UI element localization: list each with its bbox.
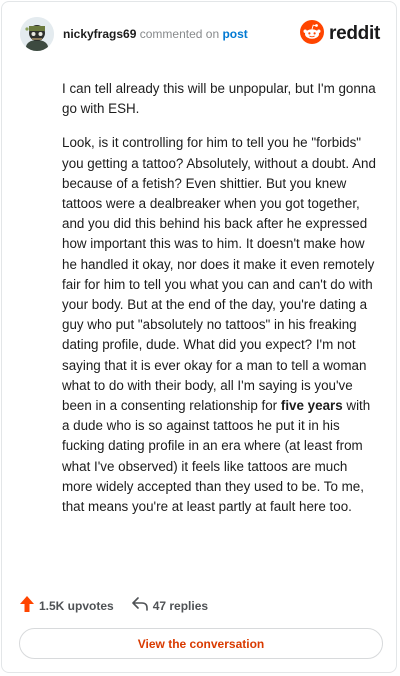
- view-conversation-button[interactable]: View the conversation: [19, 628, 383, 659]
- comment-meta: nickyfrags69 commented on post: [63, 26, 248, 42]
- comment-header: nickyfrags69 commented on post reddit: [20, 17, 380, 51]
- comment-card: nickyfrags69 commented on post reddit I …: [1, 1, 397, 673]
- comment-paragraph-1: I can tell already this will be unpopula…: [62, 81, 376, 117]
- post-link[interactable]: post: [222, 27, 247, 41]
- comment-stats: 1.5K upvotes 47 replies: [20, 596, 208, 615]
- comment-text: with a dude who is so against tattoos he…: [62, 398, 371, 515]
- reddit-logo-icon: [300, 19, 325, 49]
- action-text: commented on: [139, 27, 220, 41]
- emphasized-text: five years: [280, 398, 343, 414]
- comment-body: I can tell already this will be unpopula…: [62, 79, 380, 531]
- replies-count: 47 replies: [152, 598, 209, 613]
- comment-paragraph-2: Look, is it controlling for him to tell …: [62, 133, 380, 517]
- replies[interactable]: 47 replies: [131, 597, 209, 614]
- upvotes-count: 1.5K upvotes: [39, 598, 114, 613]
- avatar[interactable]: [20, 17, 54, 51]
- reddit-brand[interactable]: reddit: [300, 19, 380, 49]
- comment-text: Look, is it controlling for him to tell …: [62, 135, 376, 414]
- reddit-wordmark: reddit: [329, 23, 380, 44]
- upvote-arrow-icon: [20, 596, 39, 615]
- username[interactable]: nickyfrags69: [63, 27, 136, 41]
- reply-arrow-icon: [131, 597, 153, 614]
- upvotes[interactable]: 1.5K upvotes: [20, 596, 114, 615]
